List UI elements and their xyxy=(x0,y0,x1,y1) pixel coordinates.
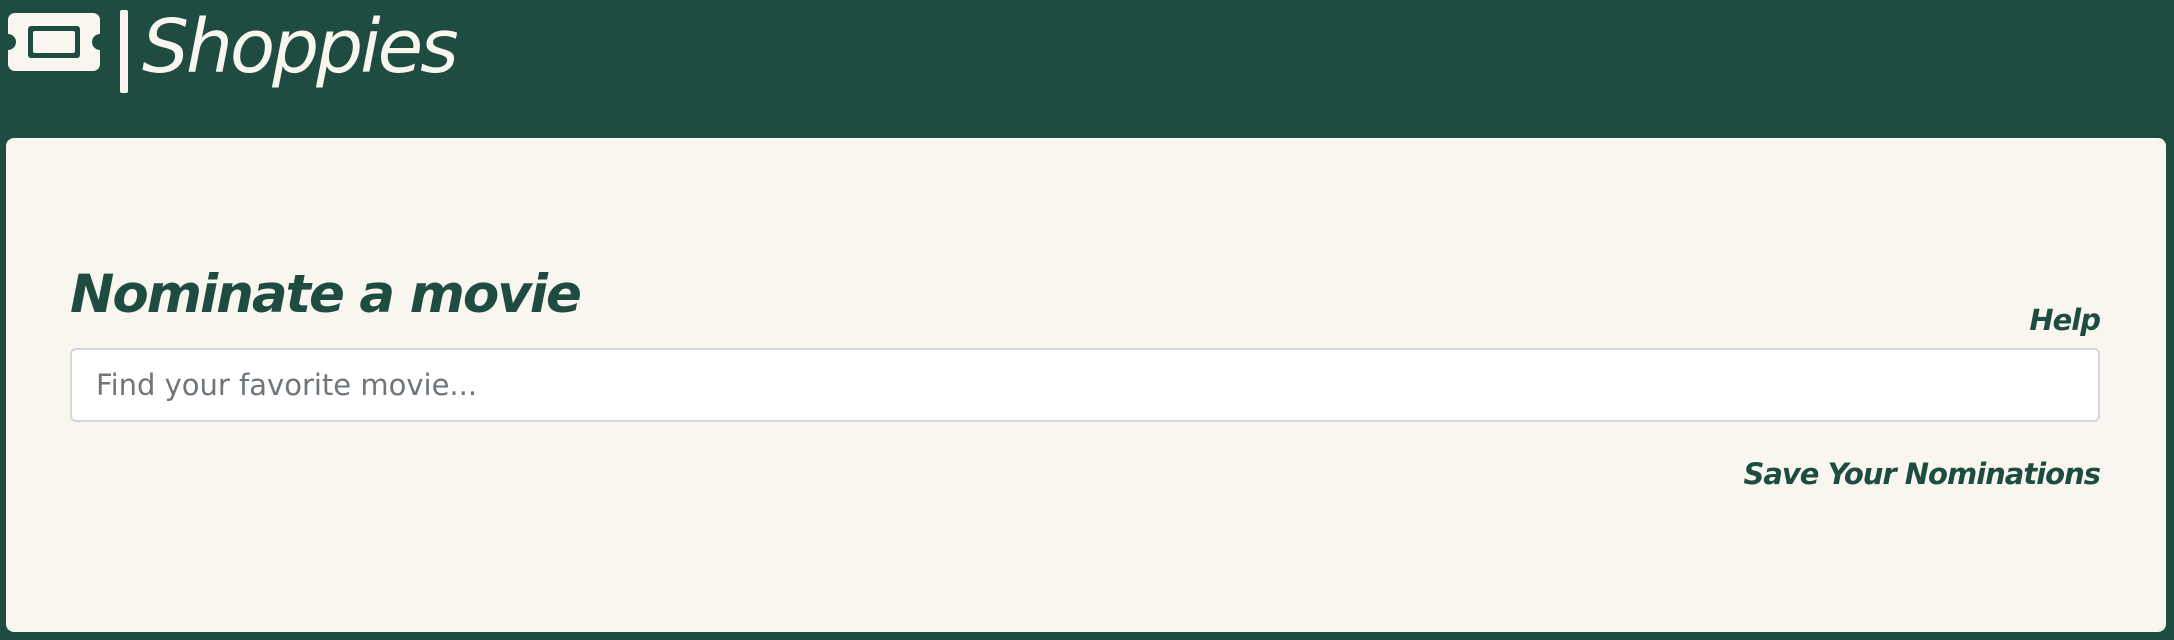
app-name: Shoppies xyxy=(142,4,459,90)
nomination-card: Nominate a movie Help Save Your Nominati… xyxy=(6,138,2166,632)
help-link[interactable]: Help xyxy=(2029,302,2101,338)
save-nominations-link[interactable]: Save Your Nominations xyxy=(1743,456,2101,492)
app-header: Shoppies xyxy=(0,0,2174,138)
ticket-icon xyxy=(8,13,100,71)
logo-divider xyxy=(120,10,128,93)
page-title: Nominate a movie xyxy=(70,264,582,325)
movie-search-input[interactable] xyxy=(70,348,2100,422)
